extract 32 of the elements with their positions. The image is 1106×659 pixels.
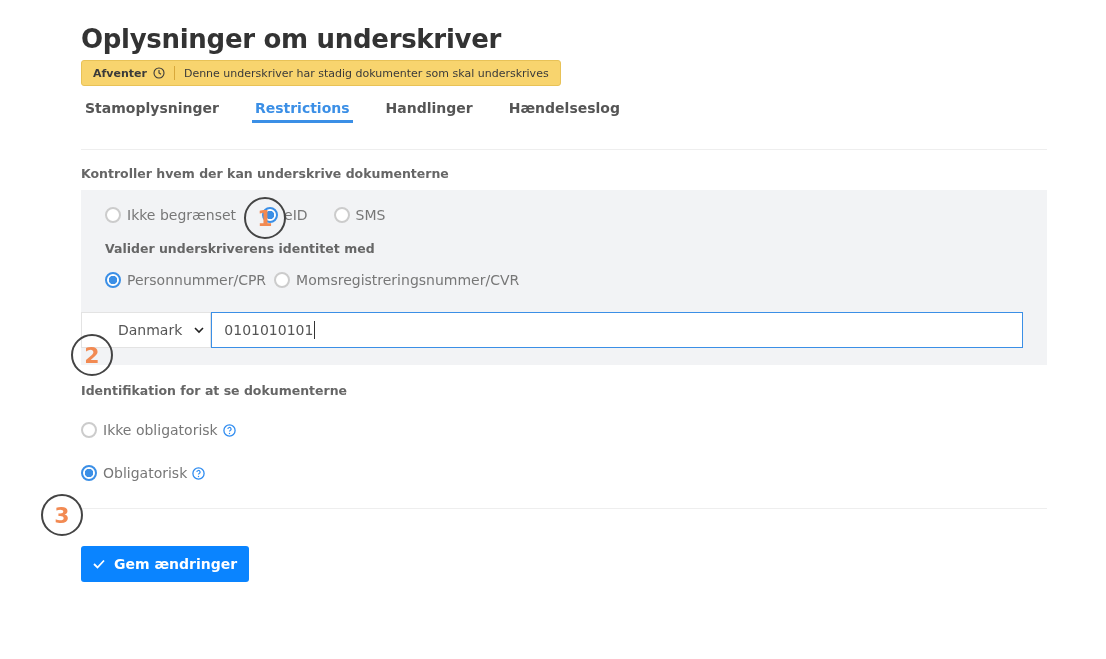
tab[interactable]: Handlinger	[382, 96, 476, 123]
radio-button[interactable]	[81, 465, 97, 481]
radio-button[interactable]	[105, 207, 121, 223]
radio-label: Ikke begrænset	[127, 207, 237, 223]
section-heading: Valider underskriverens identitet med	[105, 241, 376, 256]
tab[interactable]: Stamoplysninger	[82, 96, 222, 123]
checkmark-icon	[93, 559, 105, 569]
radio-label: Momsregistreringsnummer/CVR	[296, 272, 520, 288]
tab[interactable]: Hændelseslog	[505, 96, 623, 123]
radio-label: Personnummer/CPR	[127, 272, 267, 288]
radio-label: SMS	[355, 207, 386, 223]
id-number-field[interactable]: 0101010101	[211, 312, 1023, 348]
save-button[interactable]: Gem ændringer	[81, 546, 250, 582]
chevron-down-icon	[194, 326, 205, 334]
callout-marker: 2	[71, 334, 113, 376]
status-message: Denne underskriver har stadig dokumenter som skal underskrives	[183, 66, 549, 80]
help-icon[interactable]	[192, 466, 206, 480]
radio-label: Obligatorisk	[103, 465, 188, 481]
section-heading: Identifikation for at se dokumenterne	[81, 383, 349, 398]
radio-button[interactable]	[105, 272, 121, 288]
radio-button[interactable]	[333, 207, 350, 223]
radio-button[interactable]	[274, 272, 291, 288]
country-dropdown[interactable]: Danmark	[81, 312, 212, 348]
page-title: Oplysninger om underskriver	[81, 24, 503, 54]
help-icon[interactable]	[222, 423, 236, 437]
radio-label: eID	[284, 207, 308, 223]
clock-icon	[152, 67, 165, 79]
radio-button[interactable]	[81, 422, 97, 438]
section-heading: Kontroller hvem der kan underskrive dokumenterne	[81, 166, 450, 181]
callout-marker: 3	[41, 494, 83, 536]
radio-label: Ikke obligatorisk	[103, 422, 218, 438]
status-label: Afventer	[93, 66, 147, 80]
